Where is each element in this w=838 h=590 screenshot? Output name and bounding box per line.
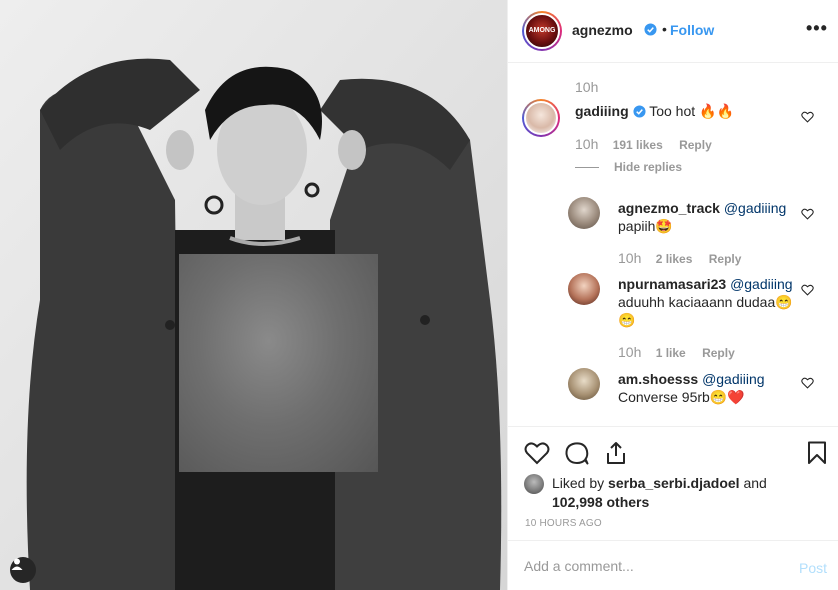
hide-replies-line [575,167,599,168]
reply-likes[interactable]: 2 likes [656,252,693,266]
reply-body: npurnamasari23 @gadiiing aduuhh kaciaaan… [618,275,798,329]
reply-username[interactable]: am.shoesss [618,371,698,387]
reply-username[interactable]: agnezmo_track [618,200,720,216]
commenter-username[interactable]: gadiiing [575,103,629,119]
caption-timestamp: 10h [575,79,599,95]
reply-avatar[interactable] [568,273,600,305]
hide-replies-button[interactable]: Hide replies [614,160,682,174]
likes-count[interactable]: 102,998 others [552,494,649,510]
commenter-avatar[interactable] [522,99,560,137]
censor-blur-box [179,254,378,472]
reply-timestamp: 10h [618,344,642,360]
comment-meta: 10h 191 likes Reply [575,136,712,152]
reply-mention[interactable]: @gadiiing [702,371,764,387]
reply-button[interactable]: Reply [709,252,742,266]
liked-by-and: and [743,475,767,491]
reply-text: Converse 95rb😁❤️ [618,389,745,405]
comments-list[interactable]: 10h gadiiing Too hot 🔥🔥 10h 191 likes Re… [508,64,838,426]
post-actions: Liked by serba_serbi.djadoel and 102,998… [508,426,838,540]
likes-summary: Liked by serba_serbi.djadoel and 102,998… [552,474,812,512]
reply-body: am.shoesss @gadiiing Converse 95rb😁❤️ [618,370,798,406]
bookmark-icon[interactable] [807,441,827,465]
heart-icon[interactable] [524,441,550,465]
add-comment-input[interactable] [524,558,774,574]
reply-meta: 10h 2 likes Reply [618,250,741,266]
user-tag-icon[interactable] [10,557,36,583]
reply-button[interactable]: Reply [679,138,712,152]
share-icon[interactable] [604,441,628,465]
comment-body: gadiiing Too hot 🔥🔥 [575,102,795,120]
add-comment-bar: Post [508,540,838,590]
more-options-icon[interactable]: ••• [806,18,828,39]
comment-likes[interactable]: 191 likes [613,138,663,152]
liked-by-user[interactable]: serba_serbi.djadoel [608,475,740,491]
comment-icon[interactable] [564,441,590,465]
comment-like-icon[interactable] [801,111,814,123]
post-sidebar: AMONG agnezmo • Follow ••• 10h gadiiing … [507,0,838,590]
verified-badge-icon [644,23,657,36]
avatar-logo-text: AMONG [528,27,556,34]
author-avatar[interactable]: AMONG [522,11,562,51]
reply-mention[interactable]: @gadiiing [730,276,792,292]
reply-timestamp: 10h [618,250,642,266]
post-photo[interactable] [0,0,507,590]
reply-username[interactable]: npurnamasari23 [618,276,726,292]
reply-likes[interactable]: 1 like [656,346,686,360]
liked-by-prefix: Liked by [552,475,605,491]
reply-button[interactable]: Reply [702,346,735,360]
header-separator: • [662,21,667,37]
reply-body: agnezmo_track @gadiiing papiih🤩 [618,199,798,235]
comment-text: Too hot 🔥🔥 [649,103,734,119]
post-timestamp: 10 HOURS AGO [525,518,602,529]
reply-mention[interactable]: @gadiiing [724,200,786,216]
reply-text: aduuhh kaciaaann dudaa😁 😁 [618,294,793,328]
comment-timestamp: 10h [575,136,599,152]
post-header: AMONG agnezmo • Follow ••• [508,0,838,63]
author-username[interactable]: agnezmo [572,22,633,38]
follow-button[interactable]: Follow [670,22,714,38]
verified-badge-icon [633,105,646,118]
post-comment-button[interactable]: Post [799,560,827,576]
reply-avatar[interactable] [568,197,600,229]
comment-like-icon[interactable] [801,208,814,220]
reply-meta: 10h 1 like Reply [618,344,735,360]
comment-like-icon[interactable] [801,377,814,389]
liker-avatar[interactable] [524,474,544,494]
reply-avatar[interactable] [568,368,600,400]
comment-like-icon[interactable] [801,284,814,296]
reply-text: papiih🤩 [618,218,673,234]
